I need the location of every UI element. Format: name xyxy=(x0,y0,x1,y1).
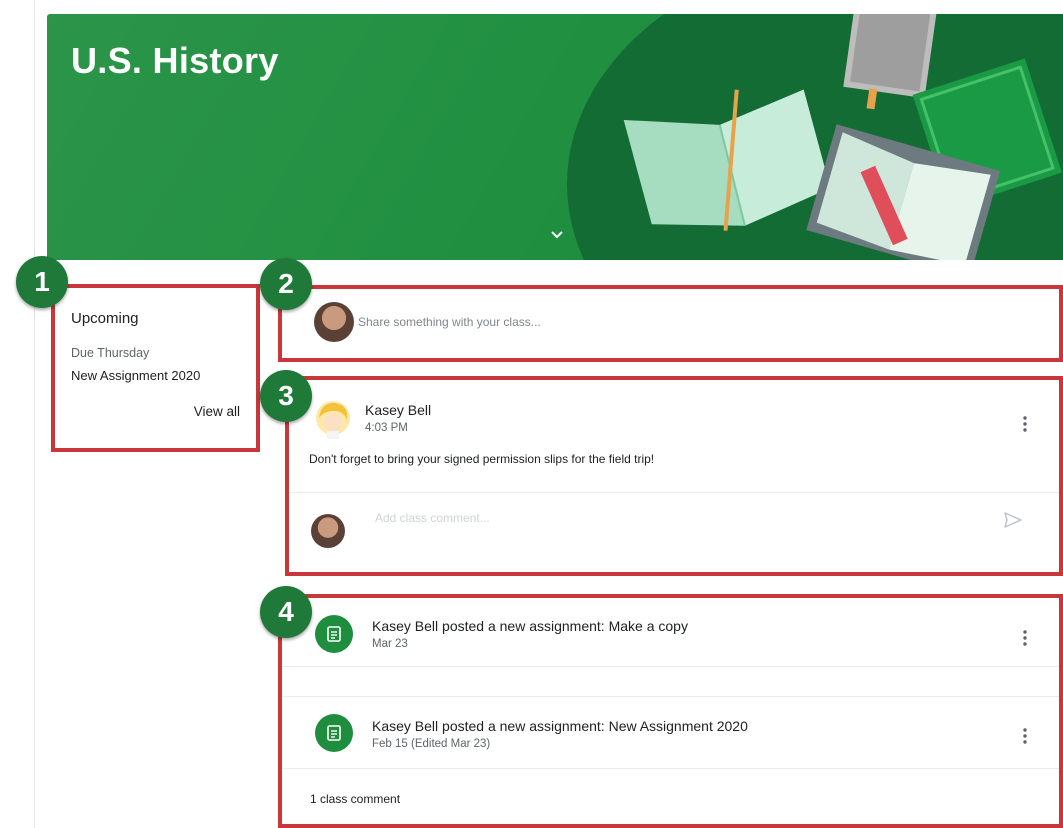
class-comments-link[interactable]: 1 class comment xyxy=(310,792,400,806)
share-placeholder[interactable]: Share something with your class... xyxy=(358,315,541,329)
callout-2: 2 xyxy=(260,258,312,310)
callout-4: 4 xyxy=(260,586,312,638)
assignment-divider xyxy=(282,768,1059,769)
upcoming-title: Upcoming xyxy=(71,310,139,327)
author-avatar xyxy=(316,401,350,439)
assignment-date: Mar 23 xyxy=(372,638,408,650)
assignment-title[interactable]: Kasey Bell posted a new assignment: Make… xyxy=(372,618,688,634)
add-comment-input[interactable] xyxy=(373,504,997,532)
assignment-divider xyxy=(282,666,1059,667)
assignment-divider xyxy=(282,696,1059,697)
assignment-title[interactable]: Kasey Bell posted a new assignment: New … xyxy=(372,718,748,734)
share-box[interactable]: Share something with your class... xyxy=(278,285,1063,362)
page-edge xyxy=(34,0,35,828)
callout-1: 1 xyxy=(16,256,68,308)
post-time: 4:03 PM xyxy=(365,422,408,434)
post-author: Kasey Bell xyxy=(365,402,432,418)
assignment-date: Feb 15 (Edited Mar 23) xyxy=(372,738,491,750)
class-banner: U.S. History xyxy=(47,14,1063,260)
announcement-card: Kasey Bell 4:03 PM Don't forget to bring… xyxy=(285,376,1063,576)
more-vert-icon[interactable] xyxy=(1015,628,1035,648)
chevron-down-icon[interactable] xyxy=(547,224,567,244)
assignment-icon xyxy=(315,714,353,752)
post-body: Don't forget to bring your signed permis… xyxy=(309,452,655,466)
more-vert-icon[interactable] xyxy=(1015,726,1035,746)
callout-3: 3 xyxy=(260,370,312,422)
send-icon[interactable] xyxy=(1003,510,1023,530)
upcoming-card: Upcoming Due Thursday New Assignment 202… xyxy=(51,284,260,452)
upcoming-assignment-link[interactable]: New Assignment 2020 xyxy=(71,368,200,383)
more-vert-icon[interactable] xyxy=(1015,414,1035,434)
commenter-avatar xyxy=(311,514,345,548)
class-title: U.S. History xyxy=(71,40,279,81)
comment-divider xyxy=(289,492,1059,493)
assignment-list: Kasey Bell posted a new assignment: Make… xyxy=(278,594,1063,828)
upcoming-due-label: Due Thursday xyxy=(71,346,150,360)
view-all-link[interactable]: View all xyxy=(194,404,240,419)
user-avatar xyxy=(314,302,354,342)
assignment-icon xyxy=(315,615,353,653)
